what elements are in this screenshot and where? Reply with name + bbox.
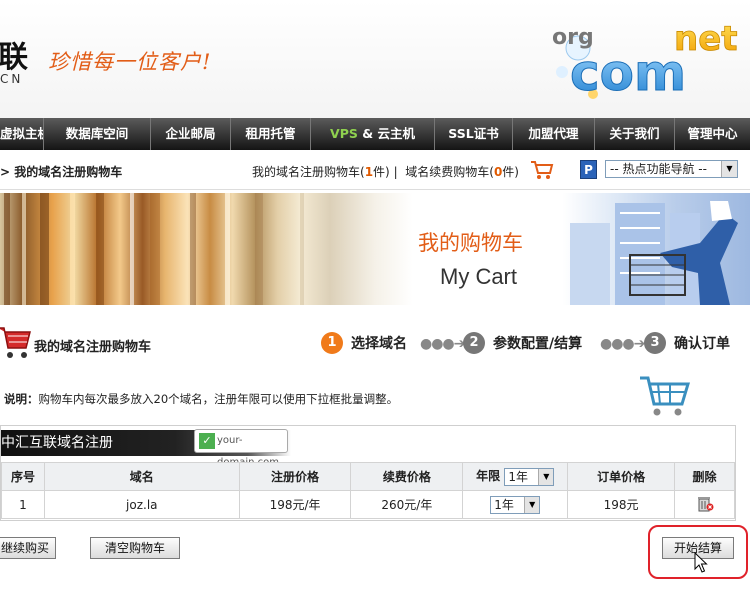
site-logo[interactable]: 联 xyxy=(0,32,28,76)
domain-badge: ✓ your-domain.com xyxy=(194,429,288,468)
breadcrumb: > 我的域名注册购物车 xyxy=(0,165,123,179)
reg-cart-link[interactable]: 我的域名注册购物车(1件) xyxy=(252,165,390,179)
step-number-3: 3 xyxy=(644,332,666,354)
main-nav: 虚拟主机 数据库空间 企业邮局 租用托管 VPS & 云主机 SSL证书 加盟代… xyxy=(0,118,750,150)
step-arrow-icon: ●●●➔ xyxy=(420,336,465,352)
step-label-3: 确认订单 xyxy=(674,336,730,352)
years-all-select[interactable]: 1年 ▼ xyxy=(504,467,555,486)
chevron-down-icon: ▼ xyxy=(538,468,554,485)
table-header-row: 序号 域名 注册价格 续费价格 年限 1年 ▼ 订单价格 删除 xyxy=(1,462,735,491)
row-years-select[interactable]: 1年 ▼ xyxy=(490,495,541,514)
col-domain: 域名 xyxy=(43,462,240,491)
nav-item-ssl[interactable]: SSL证书 xyxy=(435,118,513,150)
svg-text:com: com xyxy=(570,44,686,102)
trash-icon[interactable] xyxy=(696,494,714,512)
cart-icon[interactable] xyxy=(530,159,554,181)
checkout-steps: 我的域名注册购物车 1 选择域名 ●●●➔ 2 参数配置/结算 ●●●➔ 3 确… xyxy=(0,318,750,370)
table-row: 1 joz.la 198元/年 260元/年 1年 ▼ 198元 xyxy=(1,490,735,519)
breadcrumb-bar: > 我的域名注册购物车 我的域名注册购物车(1件) | 域名续费购物车(0件) … xyxy=(0,150,750,190)
step-number-1: 1 xyxy=(321,332,343,354)
striped-texture-image xyxy=(4,193,304,305)
cart-table-panel: 中汇互联域名注册 ✓ your-domain.com 序号 域名 注册价格 续费… xyxy=(0,425,736,521)
cart-table-header-bar: 中汇互联域名注册 ✓ your-domain.com xyxy=(1,426,735,468)
step-1: 1 选择域名 xyxy=(321,332,407,354)
clear-cart-button[interactable]: 清空购物车 xyxy=(90,537,180,559)
row-years: 1年 ▼ xyxy=(462,490,569,519)
row-reg-price: 198元/年 xyxy=(238,490,352,519)
col-index: 序号 xyxy=(1,462,45,491)
nav-item-virtual-host[interactable]: 虚拟主机 xyxy=(0,118,44,150)
col-delete: 删除 xyxy=(674,462,735,491)
note-text: 购物车内每次最多放入20个域名，注册年限可以使用下拉框批量调整。 xyxy=(38,392,399,406)
separator: | xyxy=(393,165,398,179)
row-renew-price: 260元/年 xyxy=(350,490,464,519)
step-number-2: 2 xyxy=(463,332,485,354)
banner-title: 我的购物车 xyxy=(418,231,523,255)
col-years: 年限 1年 ▼ xyxy=(462,462,569,491)
cart-links: 我的域名注册购物车(1件) | 域名续费购物车(0件) xyxy=(252,163,519,180)
logo-subtext: CN xyxy=(0,72,24,86)
nav-cloud-label: & 云主机 xyxy=(357,126,415,141)
mouse-cursor-icon xyxy=(694,552,708,573)
continue-shopping-button[interactable]: 继续购买 xyxy=(0,537,56,559)
cart-table: 序号 域名 注册价格 续费价格 年限 1年 ▼ 订单价格 删除 1 joz.la… xyxy=(1,462,735,519)
hot-nav-select[interactable]: -- 热点功能导航 -- ▼ xyxy=(605,160,738,178)
nav-item-manage[interactable]: 管理中心 xyxy=(675,118,750,150)
cart-banner: 我的购物车 My Cart xyxy=(0,193,750,305)
row-order-price: 198元 xyxy=(567,490,676,519)
chevron-down-icon: ▼ xyxy=(524,496,540,513)
step-label-2: 参数配置/结算 xyxy=(493,336,583,352)
nav-item-vps-cloud[interactable]: VPS & 云主机 xyxy=(311,118,435,150)
renew-cart-link[interactable]: 域名续费购物车(0件) xyxy=(405,165,519,179)
steps-title: 我的域名注册购物车 xyxy=(34,340,152,355)
shopping-cart-icon xyxy=(0,327,31,358)
site-header: 联 CN 珍惜每一位客户! org net com xyxy=(0,0,750,118)
step-2: 2 参数配置/结算 xyxy=(463,332,582,354)
col-renew-price: 续费价格 xyxy=(350,462,464,491)
p-icon[interactable]: P xyxy=(580,160,597,179)
nav-item-hosting[interactable]: 租用托管 xyxy=(231,118,311,150)
cart-note: 说明：购物车内每次最多放入20个域名，注册年限可以使用下拉框批量调整。 xyxy=(4,391,398,407)
col-order-price: 订单价格 xyxy=(567,462,676,491)
col-reg-price: 注册价格 xyxy=(238,462,352,491)
reg-cart-count: 1 xyxy=(364,165,374,179)
checkmark-icon: ✓ xyxy=(199,433,215,449)
row-delete xyxy=(674,490,735,519)
chevron-down-icon: ▼ xyxy=(721,161,737,177)
row-index: 1 xyxy=(1,490,45,519)
domain-tld-logo: org net com xyxy=(552,19,738,103)
nav-item-enterprise-mail[interactable]: 企业邮局 xyxy=(151,118,231,150)
step-arrow-icon: ●●●➔ xyxy=(600,336,645,352)
nav-item-database[interactable]: 数据库空间 xyxy=(44,118,151,150)
shopper-illustration xyxy=(570,201,738,305)
nav-vps-label: VPS xyxy=(330,126,358,141)
note-label: 说明： xyxy=(4,392,39,406)
row-domain: joz.la xyxy=(43,490,240,519)
banner-subtitle: My Cart xyxy=(440,264,517,289)
step-label-1: 选择域名 xyxy=(351,336,407,352)
slogan: 珍惜每一位客户! xyxy=(48,50,212,74)
nav-item-agent[interactable]: 加盟代理 xyxy=(513,118,595,150)
step-3: 3 确认订单 xyxy=(644,332,730,354)
cart-outline-icon xyxy=(640,376,690,416)
nav-item-about[interactable]: 关于我们 xyxy=(595,118,675,150)
